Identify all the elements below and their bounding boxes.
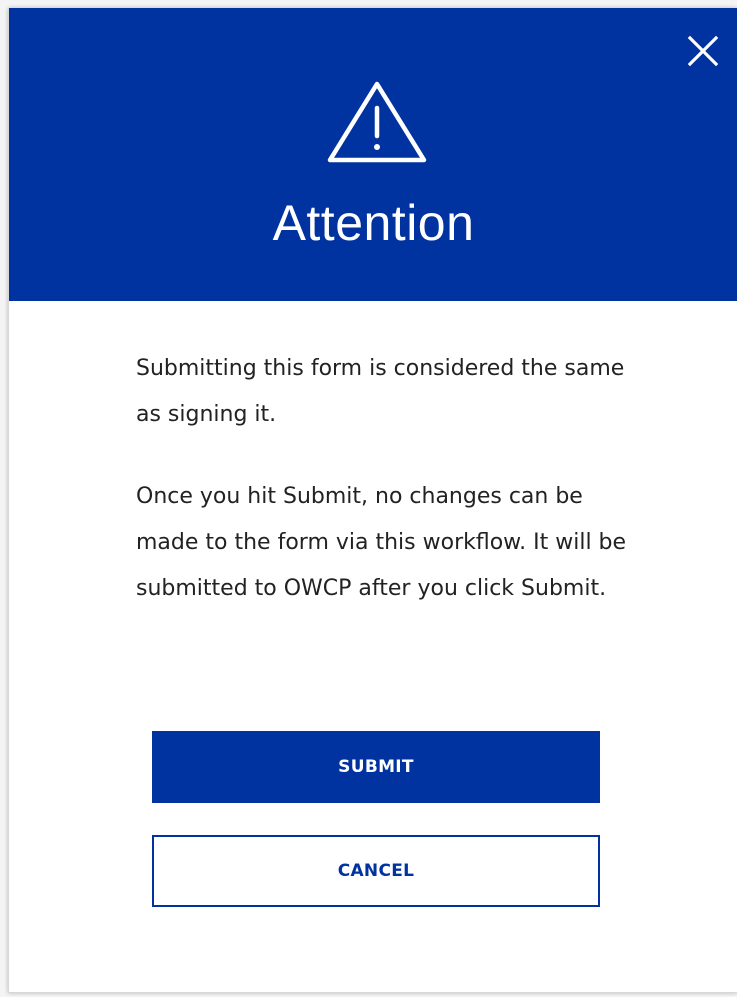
- close-button[interactable]: [686, 34, 720, 68]
- close-icon: [687, 35, 719, 67]
- attention-dialog: Attention Submitting this form is consid…: [8, 8, 737, 993]
- submit-button[interactable]: SUBMIT: [152, 731, 600, 803]
- dialog-header: Attention: [9, 8, 737, 301]
- dialog-paragraph-submit-info: Once you hit Submit, no changes can be m…: [136, 484, 627, 601]
- dialog-title: Attention: [272, 195, 475, 251]
- warning-triangle-icon: [327, 81, 427, 163]
- dialog-paragraph-signing: Submitting this form is considered the s…: [136, 356, 625, 427]
- cancel-button[interactable]: CANCEL: [152, 835, 600, 907]
- dialog-body: Submitting this form is considered the s…: [136, 346, 636, 648]
